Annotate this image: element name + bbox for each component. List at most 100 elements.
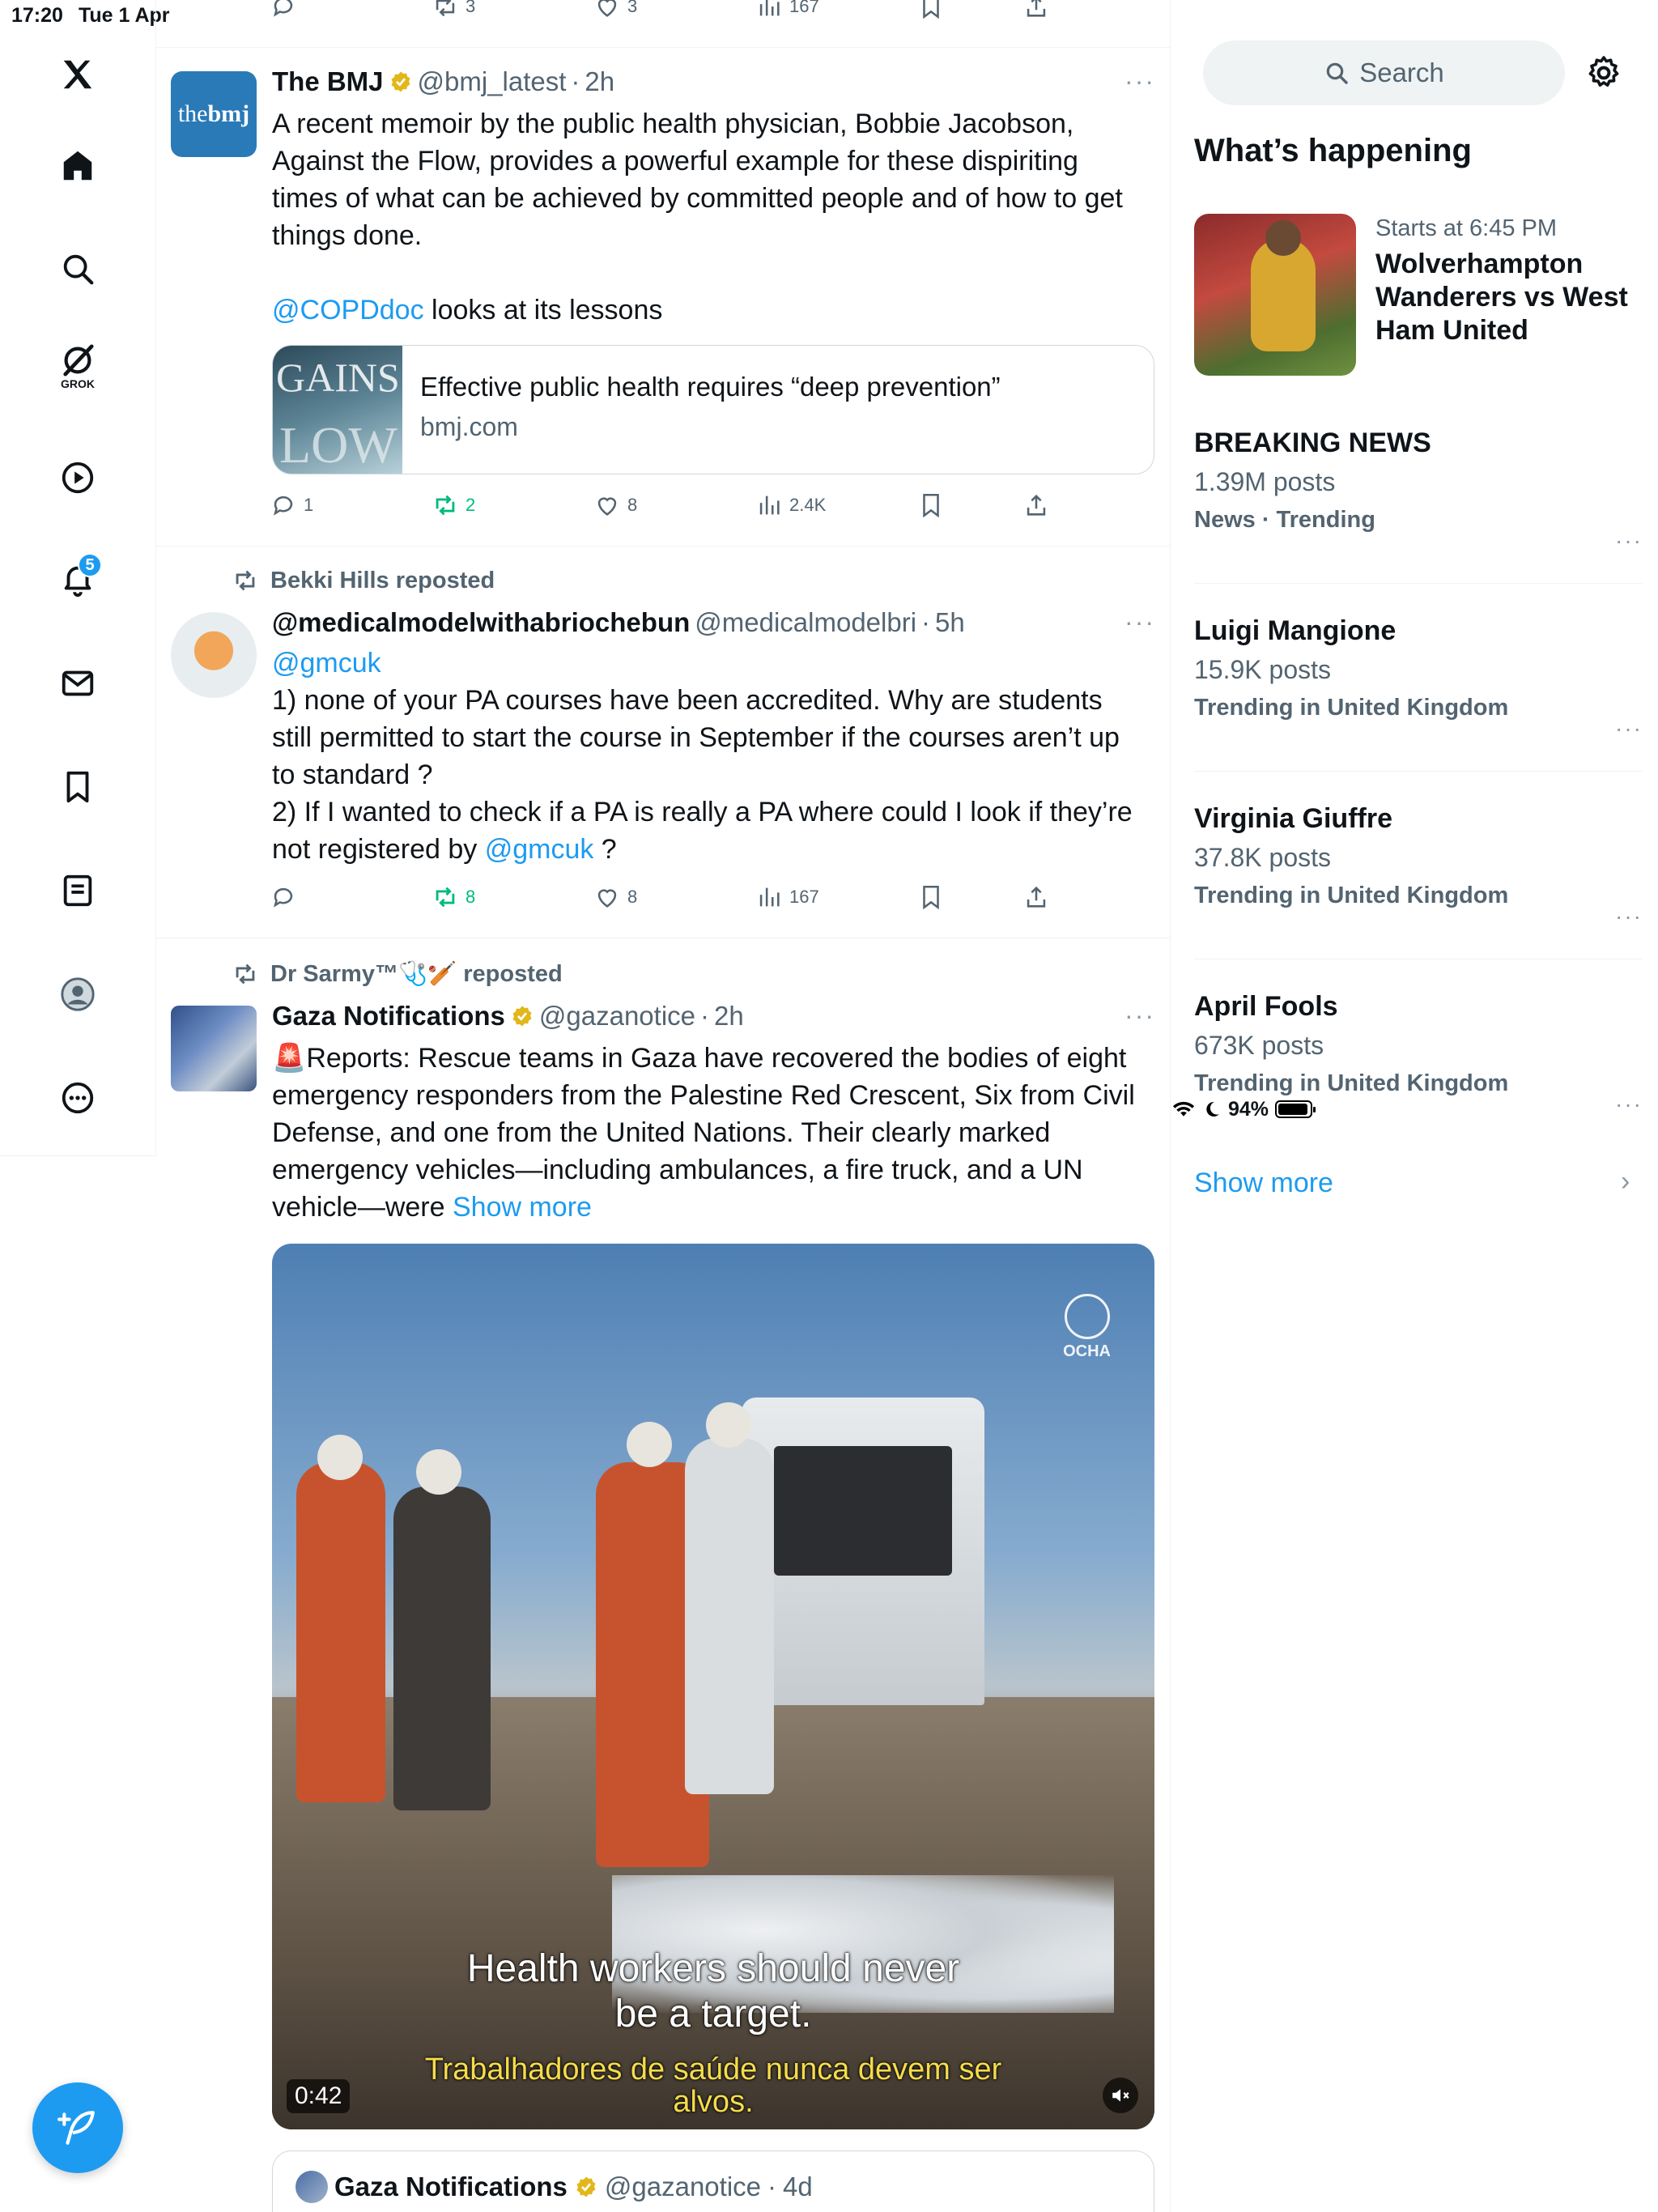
ocha-logo: OCHA (1063, 1294, 1111, 1361)
quoted-tweet[interactable]: Gaza Notifications @gazanotice · 4d (272, 2150, 1154, 2212)
trend-item[interactable]: Virginia Giuffre 37.8K posts Trending in… (1194, 803, 1643, 933)
tweet-header: @medicalmodelwithabriochebun @medicalmod… (272, 607, 965, 638)
search-input[interactable]: Search (1203, 40, 1565, 105)
video-player[interactable]: OCHA Health workers should never be a ta… (272, 1244, 1154, 2129)
more-options-icon[interactable]: ··· (1615, 904, 1643, 929)
share-button[interactable] (1022, 489, 1050, 521)
nav-profile[interactable] (45, 962, 110, 1027)
reply-icon (274, 0, 293, 17)
nav-home[interactable] (45, 134, 110, 198)
bookmark-button[interactable] (917, 881, 945, 913)
show-more-link[interactable]: Show more (1194, 1168, 1333, 1199)
like-count: 3 (627, 0, 638, 16)
nav-explore[interactable] (45, 236, 110, 301)
like-button[interactable]: 8 (593, 489, 637, 521)
trend-count: 15.9K posts (1194, 655, 1331, 684)
mail-icon (62, 670, 94, 696)
compose-post-button[interactable] (32, 2082, 123, 2173)
tweet-header: Gaza Notifications @gazanotice · 2h (272, 1001, 744, 1032)
card-image-text-1: GAINS (276, 355, 400, 400)
bookmark-button[interactable] (917, 489, 945, 521)
search-placeholder: Search (1359, 57, 1444, 87)
like-button[interactable]: 3 (593, 0, 637, 23)
medicalmodel-avatar[interactable] (171, 612, 257, 698)
nav-notifications[interactable]: 5 (45, 547, 110, 611)
quoted-author-name: Gaza Notifications (334, 2172, 568, 2201)
trend-item[interactable]: April Fools 673K posts Trending in Unite… (1194, 991, 1643, 1121)
quoted-author-handle: @gazanotice (604, 2172, 762, 2201)
separator-dot: · (700, 1001, 710, 1031)
tweet-time[interactable]: 2h (714, 1001, 744, 1032)
more-options-icon[interactable]: ··· (1615, 528, 1643, 554)
repost-button[interactable]: 8 (432, 881, 475, 913)
trend-count: 1.39M posts (1194, 467, 1336, 496)
video-person-head (317, 1435, 363, 1480)
tweet-text: @gmcuk 1) none of your PA courses have b… (272, 644, 1146, 868)
repost-icon (436, 0, 455, 17)
tweet-line-1: 1) none of your PA courses have been acc… (272, 685, 1120, 790)
reposted-by-text[interactable]: Dr Sarmy™🩺🏏 reposted (270, 960, 563, 988)
trend-item[interactable]: Luigi Mangione 15.9K posts Trending in U… (1194, 615, 1643, 745)
views-button[interactable]: 167 (755, 881, 819, 913)
tweet-time[interactable]: 5h (935, 607, 965, 638)
tweet-time[interactable]: 2h (585, 66, 614, 97)
author-handle[interactable]: @gazanotice (539, 1001, 695, 1032)
divider (156, 546, 1171, 547)
reply-button[interactable] (270, 0, 297, 23)
more-options-icon[interactable]: ··· (1124, 1001, 1155, 1031)
nav-bookmarks[interactable] (45, 755, 110, 819)
author-handle[interactable]: @bmj_latest (418, 66, 567, 97)
mention-link[interactable]: @COPDdoc (272, 295, 424, 325)
tweet-mention-line: @COPDdoc looks at its lessons (272, 291, 1146, 329)
separator-dot: · (767, 2172, 777, 2201)
trend-count: 37.8K posts (1194, 843, 1331, 872)
video-person-head (416, 1449, 461, 1495)
mute-button[interactable] (1103, 2078, 1138, 2113)
trend-item[interactable]: BREAKING NEWS 1.39M posts News · Trendin… (1194, 428, 1643, 557)
repost-count: 2 (466, 495, 476, 515)
more-options-icon[interactable]: ··· (1124, 66, 1155, 96)
trend-name: Virginia Giuffre (1194, 803, 1392, 834)
reposted-by-text[interactable]: Bekki Hills reposted (270, 568, 495, 594)
chevron-right-icon: › (1621, 1166, 1630, 1197)
repost-button[interactable]: 2 (432, 489, 475, 521)
author-handle[interactable]: @medicalmodelbri (695, 607, 916, 638)
verified-gold-icon (512, 1006, 532, 1027)
bookmark-button[interactable] (917, 0, 945, 23)
nav-more[interactable] (45, 1066, 110, 1130)
bookmark-icon (66, 771, 89, 803)
nav-lists[interactable] (45, 858, 110, 923)
views-button[interactable]: 2.4K (755, 489, 826, 521)
repost-icon (236, 963, 255, 985)
like-button[interactable]: 8 (593, 881, 637, 913)
share-button[interactable] (1022, 881, 1050, 913)
gear-icon[interactable] (1584, 53, 1623, 92)
author-name[interactable]: @medicalmodelwithabriochebun (272, 607, 690, 638)
author-name[interactable]: The BMJ (272, 66, 384, 97)
grok-icon (63, 344, 94, 376)
share-button[interactable] (1022, 0, 1050, 23)
gaza-avatar[interactable] (171, 1006, 257, 1091)
play-circle-icon (62, 462, 94, 494)
more-options-icon[interactable]: ··· (1615, 716, 1643, 742)
repost-button[interactable]: 3 (432, 0, 475, 23)
reply-button[interactable] (270, 881, 304, 913)
nav-grok[interactable]: GROK (45, 334, 110, 398)
x-logo-icon[interactable] (45, 42, 110, 107)
whats-happening-title: What’s happening (1194, 133, 1472, 168)
author-name[interactable]: Gaza Notifications (272, 1001, 505, 1032)
quoted-avatar (295, 2171, 328, 2203)
show-more-link[interactable]: Show more (453, 1192, 592, 1223)
bmj-avatar[interactable]: the bmj (171, 71, 257, 157)
views-button[interactable]: 167 (755, 0, 819, 23)
nav-video[interactable] (45, 445, 110, 510)
profile-avatar-icon (61, 977, 95, 1011)
mention-link[interactable]: @gmcuk (272, 648, 381, 678)
more-options-icon[interactable]: ··· (1615, 1091, 1643, 1117)
mention-link[interactable]: @gmcuk (485, 834, 594, 865)
link-card[interactable]: GAINS LOW Effective public health requir… (272, 345, 1154, 474)
more-options-icon[interactable]: ··· (1124, 607, 1155, 637)
nav-messages[interactable] (45, 651, 110, 716)
link-card-title: Effective public health requires “deep p… (420, 372, 1001, 402)
reply-button[interactable]: 1 (270, 489, 313, 521)
